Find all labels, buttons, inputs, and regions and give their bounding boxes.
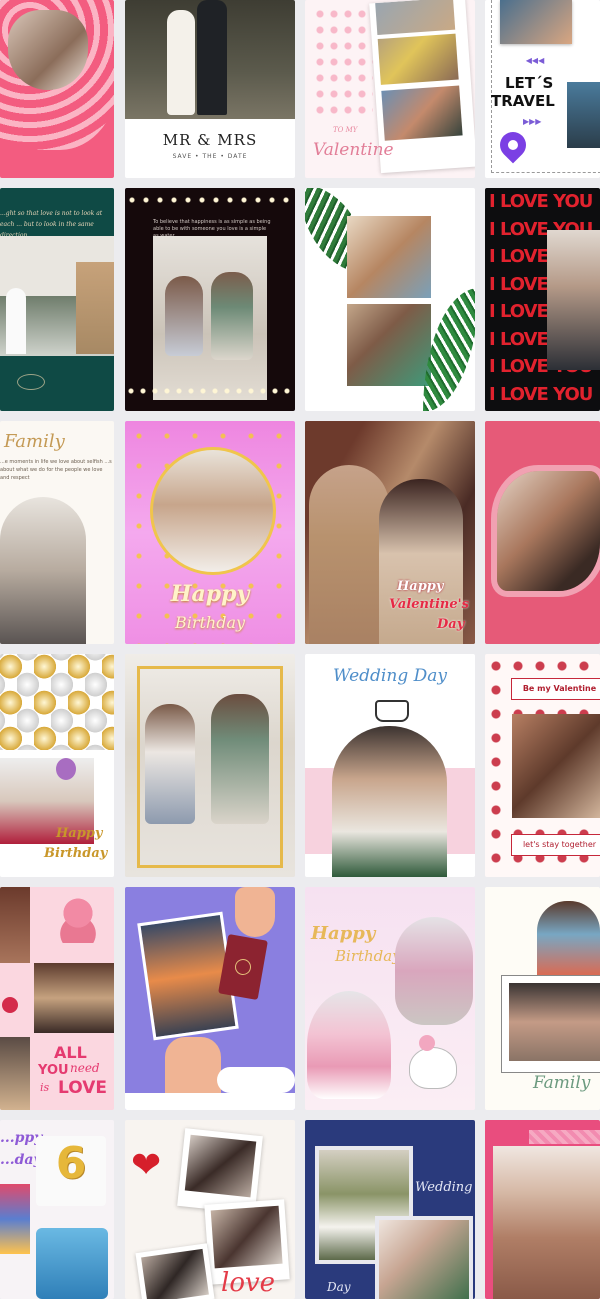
couple-photo: [547, 230, 600, 370]
card-title: MR & MRS: [162, 131, 258, 149]
card-title: Happy: [397, 579, 444, 594]
template-card-birthday-six[interactable]: ...ppy ...day 6: [0, 1120, 114, 1299]
card-subtitle: SAVE • THE • DATE: [172, 153, 248, 160]
card-subtitle: Birthday: [174, 613, 246, 632]
card-title: Happy: [56, 826, 103, 841]
hearts-decoration: [313, 6, 373, 116]
template-card-wedding-day-navy[interactable]: Wedding Day: [305, 1120, 475, 1299]
family-arch-photo: [0, 497, 86, 644]
template-card-lets-travel[interactable]: ◀◀◀ LET´S TRAVEL ▶▶▶: [485, 0, 600, 178]
balloon-icon-2: [56, 758, 76, 780]
friends-photo-1: [347, 216, 431, 298]
repeated-text: I LOVE YOU: [489, 191, 593, 212]
couple-kiss-photo: [512, 714, 600, 818]
template-card-to-my-valentine[interactable]: TO MY Valentine: [305, 0, 475, 178]
card-title: Be my Valentine: [511, 678, 600, 700]
laurel-icon: [17, 374, 45, 390]
unicorn-icon: [409, 1047, 457, 1089]
cloud-decoration: [217, 1067, 295, 1093]
couple-street-photo: [34, 963, 114, 1033]
card-title-line2: TRAVEL: [491, 92, 555, 110]
couple-photo: [8, 10, 88, 90]
heart-balloon-icon: [419, 1035, 435, 1051]
polaroid-photo-3: [135, 1243, 215, 1299]
number-balloon: 6: [55, 1138, 87, 1189]
gold-frame: [137, 666, 283, 868]
template-card-family-frame[interactable]: Family: [485, 887, 600, 1110]
toy-photo: [36, 1228, 108, 1299]
template-card-valentine-heart[interactable]: [0, 0, 114, 178]
template-card-wedding-day[interactable]: Wedding Day: [305, 654, 475, 877]
card-subtitle: let's stay together: [511, 834, 600, 856]
template-card-happy-valentines-day[interactable]: Happy Valentine's Day: [305, 421, 475, 644]
template-card-love-polaroids[interactable]: ❤ love: [125, 1120, 295, 1299]
card-title-love: LOVE: [58, 1078, 107, 1098]
wedding-photo-2: [375, 1216, 473, 1299]
family-cutout-photo: [537, 901, 600, 975]
heart-icon: ❤: [131, 1145, 162, 1186]
hand-icon: [235, 887, 275, 937]
balloon-icon: [0, 654, 114, 750]
template-card-mr-mrs[interactable]: MR & MRS SAVE • THE • DATE: [125, 0, 295, 178]
card-title: LET´S: [505, 74, 554, 92]
family-photo: [153, 236, 267, 400]
card-text: ...e moments in life we love about selfi…: [0, 459, 112, 481]
card-title: ALL: [54, 1043, 87, 1062]
girl-photo: [150, 447, 276, 575]
travel-photo: [500, 0, 572, 44]
arrows-decoration: ◀◀◀: [525, 56, 545, 65]
template-card-family-lights[interactable]: To believe that happiness is as simple a…: [125, 188, 295, 411]
card-title: Happy: [170, 581, 250, 607]
template-card-happy-birthday-girl[interactable]: Happy Birthday: [305, 887, 475, 1110]
template-card-happy-birthday-pink[interactable]: Happy Birthday: [125, 421, 295, 644]
template-card-family[interactable]: Family ...e moments in life we love abou…: [0, 421, 114, 644]
teddy-bear-icon: [58, 897, 98, 943]
kid-photo: [0, 1184, 30, 1254]
card-title: Wedding: [415, 1180, 473, 1195]
card-title: Wedding Day: [333, 666, 447, 686]
template-card-torn-paper-love[interactable]: [485, 421, 600, 644]
card-subtitle: Birthday: [335, 947, 401, 965]
couple-photo: [497, 471, 600, 591]
template-card-wedding-quote[interactable]: ...ght so that love is not to look at ea…: [0, 188, 114, 411]
card-title-small: TO MY: [333, 126, 358, 134]
card-title-need: need: [70, 1061, 100, 1075]
card-title: Family: [4, 431, 65, 452]
street-photo: [0, 887, 30, 963]
card-subtitle: Day: [327, 1280, 351, 1294]
template-card-i-love-you[interactable]: I LOVE YOU I LOVE YOU I LOVE YOU I LOVE …: [485, 188, 600, 411]
travel-photo-2: [567, 82, 600, 148]
couple-photo: [493, 1146, 600, 1299]
ring-box-icon: [375, 700, 409, 722]
card-title: Family: [533, 1073, 591, 1093]
wedding-building-photo: [0, 236, 114, 356]
family-photo: [509, 983, 600, 1061]
card-title-you: YOU: [38, 1063, 69, 1078]
template-card-birthday-balloons[interactable]: Happy Birthday: [0, 654, 114, 877]
friends-photo-2: [347, 304, 431, 386]
card-title-line2: Valentine's: [389, 597, 469, 612]
rings-photo: [332, 726, 447, 877]
girl-photo: [395, 917, 473, 1025]
template-card-palm-friends[interactable]: [305, 188, 475, 411]
card-title-line3: Day: [437, 617, 465, 632]
template-card-family-gold-frame[interactable]: [125, 654, 295, 877]
string-lights-decoration: [125, 193, 295, 207]
card-subtitle: Birthday: [44, 846, 108, 861]
template-card-couple-pink[interactable]: [485, 1120, 600, 1299]
card-title: Valentine: [313, 140, 394, 160]
template-card-travel-passport[interactable]: [125, 887, 295, 1110]
rose-icon: [2, 997, 18, 1013]
template-card-all-you-need-is-love[interactable]: ALL YOU need is LOVE: [0, 887, 114, 1110]
washi-tape: [529, 1130, 600, 1144]
card-title: love: [221, 1268, 276, 1298]
couple-photo-2: [0, 1037, 30, 1110]
cake-photo: [307, 991, 391, 1099]
template-card-be-my-valentine[interactable]: Be my Valentine let's stay together: [485, 654, 600, 877]
card-title: Happy: [311, 923, 376, 944]
wedding-couple-photo: [125, 0, 295, 119]
card-title-is: is: [40, 1081, 50, 1094]
